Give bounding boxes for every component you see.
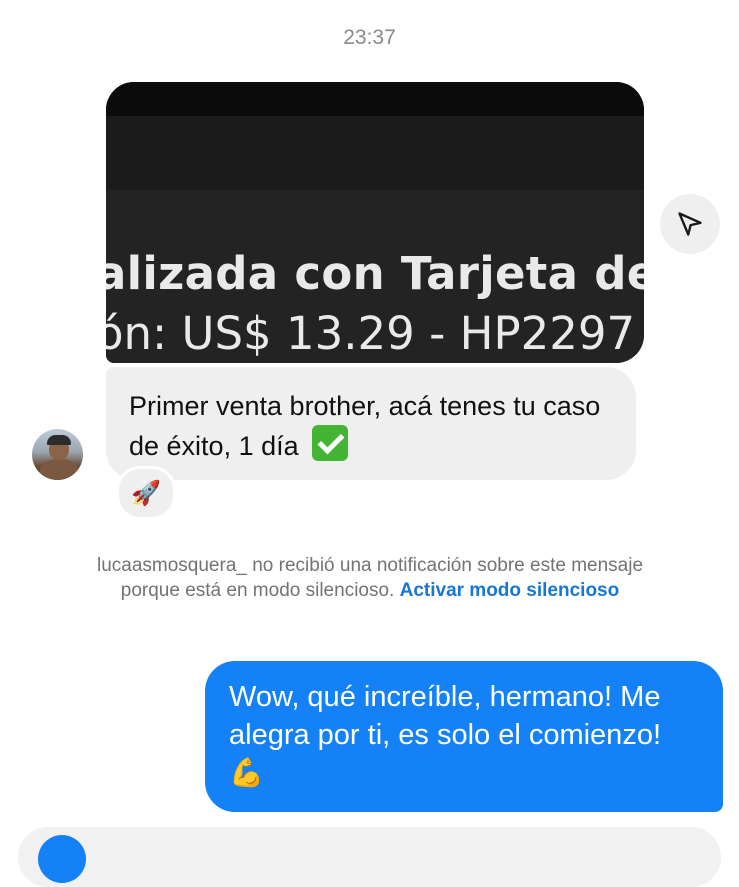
check-mark-button-icon — [312, 425, 349, 461]
message-timestamp: 23:37 — [343, 26, 396, 49]
silent-mode-notice: lucaasmosquera_ no recibió una notificac… — [90, 553, 650, 603]
message-composer[interactable] — [18, 827, 721, 887]
share-button[interactable] — [660, 194, 720, 254]
avatar-cap — [47, 435, 71, 445]
flexed-biceps-icon: 💪 — [229, 757, 264, 788]
incoming-message-bubble[interactable]: Primer venta brother, acá tenes tu caso … — [106, 367, 636, 480]
outgoing-message-text: Wow, qué increíble, hermano! Me alegra p… — [229, 681, 661, 751]
paper-plane-icon — [678, 212, 702, 236]
image-text-line-1: alizada con Tarjeta de C — [106, 247, 644, 300]
outgoing-message-bubble[interactable]: Wow, qué increíble, hermano! Me alegra p… — [205, 661, 723, 812]
image-text-line-2: ón: US$ 13.29 - HP2297 — [106, 307, 636, 360]
camera-button[interactable] — [38, 835, 86, 883]
avatar-body — [40, 459, 78, 480]
rocket-icon: 🚀 — [131, 479, 161, 507]
activate-silent-mode-link[interactable]: Activar modo silencioso — [400, 580, 620, 601]
image-top-band — [106, 82, 644, 116]
sender-avatar[interactable] — [32, 429, 83, 480]
image-message[interactable]: alizada con Tarjeta de C ón: US$ 13.29 -… — [106, 82, 644, 363]
reaction-badge[interactable]: 🚀 — [116, 466, 176, 520]
incoming-message-text: Primer venta brother, acá tenes tu caso … — [129, 391, 601, 461]
